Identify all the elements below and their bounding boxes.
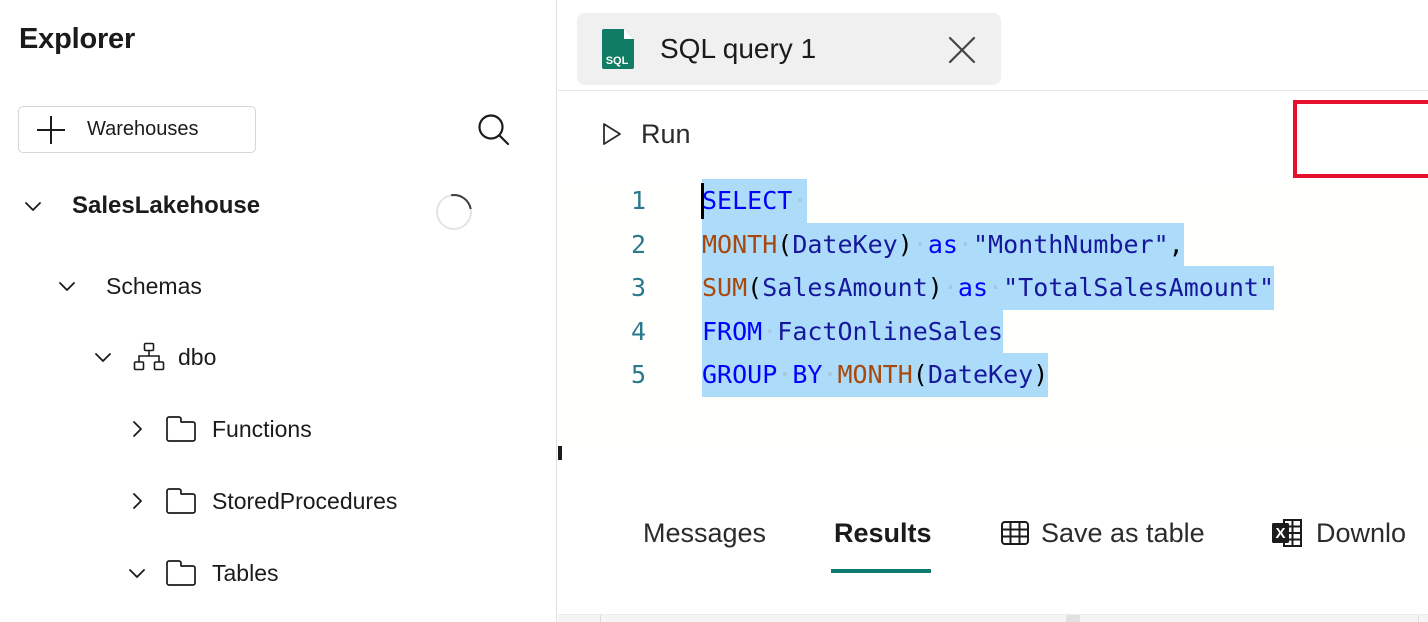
code-text: SELECT·: [702, 179, 808, 223]
chevron-down-icon[interactable]: [126, 562, 148, 584]
code-text: GROUP·BY·MONTH(DateKey): [702, 353, 1049, 397]
table-icon: [999, 517, 1031, 549]
tab-results-label: Results: [834, 517, 932, 548]
sql-code-editor[interactable]: 1 SELECT· 2 MONTH(DateKey)·as·"MonthNumber"…: [558, 179, 1428, 451]
folder-icon: [164, 559, 198, 587]
warehouses-button-label: Warehouses: [87, 118, 199, 140]
results-tab-bar: Messages Results Save as table X Downlo: [558, 452, 1428, 573]
sidebar-item-label: StoredProcedures: [212, 487, 398, 514]
sidebar-item-label: dbo: [178, 343, 217, 370]
sidebar-item-functions[interactable]: Functions: [126, 409, 312, 449]
add-warehouses-button[interactable]: Warehouses: [18, 106, 256, 153]
download-label: Downlo: [1316, 517, 1407, 548]
sidebar-item-label: Functions: [212, 415, 312, 442]
explorer-sidebar: Explorer Warehouses SalesLakehouse Schem…: [0, 0, 557, 622]
tab-messages[interactable]: Messages: [643, 510, 766, 556]
sidebar-item-schemas[interactable]: Schemas: [56, 266, 202, 306]
page-title: Explorer: [19, 23, 136, 55]
query-main-pane: SQL SQL query 1 Run 1 SELECT· 2 MONTH(Da…: [558, 0, 1428, 622]
code-text: MONTH(DateKey)·as·"MonthNumber",: [702, 222, 1184, 266]
svg-text:SQL: SQL: [606, 55, 629, 67]
spinner-icon: [428, 186, 480, 238]
sidebar-item-label: Tables: [212, 559, 279, 586]
plus-icon: [37, 115, 65, 144]
sidebar-item-storedprocedures[interactable]: StoredProcedures: [126, 481, 397, 521]
save-as-table-label: Save as table: [1041, 517, 1205, 548]
sidebar-item-saleslakehouse[interactable]: SalesLakehouse: [22, 186, 260, 226]
tab-sql-query-1[interactable]: SQL SQL query 1: [577, 13, 1001, 85]
run-button-label: Run: [641, 118, 691, 149]
run-button[interactable]: Run: [598, 109, 691, 159]
tab-messages-label: Messages: [643, 517, 767, 548]
play-icon: [598, 121, 624, 147]
sidebar-item-dbo[interactable]: dbo: [92, 337, 216, 377]
code-text: FROM·FactOnlineSales: [702, 309, 1004, 353]
text-cursor: [701, 183, 704, 219]
sidebar-item-label: Schemas: [106, 272, 202, 299]
tab-strip: SQL SQL query 1: [558, 0, 1428, 91]
line-number: 3: [630, 273, 646, 302]
download-button[interactable]: X Downlo: [1270, 510, 1406, 556]
line-number: 1: [630, 186, 646, 215]
results-grid-header: [558, 614, 1428, 622]
tab-title: SQL query 1: [660, 33, 817, 64]
excel-icon: X: [1270, 516, 1304, 550]
sql-file-icon: SQL: [600, 28, 638, 70]
svg-text:X: X: [1275, 525, 1285, 542]
schema-icon: [132, 342, 166, 372]
chevron-down-icon[interactable]: [56, 275, 78, 297]
folder-icon: [164, 415, 198, 443]
tab-results[interactable]: Results: [834, 510, 932, 556]
line-number: 2: [630, 229, 646, 259]
code-text: SUM(SalesAmount)·as·"TotalSalesAmount": [702, 266, 1275, 310]
chevron-down-icon[interactable]: [22, 195, 44, 217]
line-number: 5: [630, 360, 646, 389]
sidebar-item-label: SalesLakehouse: [72, 192, 261, 219]
folder-icon: [164, 487, 198, 515]
line-number: 4: [630, 316, 646, 346]
chevron-right-icon[interactable]: [126, 418, 148, 440]
sidebar-item-tables[interactable]: Tables: [126, 553, 278, 593]
search-icon[interactable]: [472, 108, 516, 152]
sql-query-editor-window: Explorer Warehouses SalesLakehouse Schem…: [0, 0, 1428, 622]
save-as-table-button[interactable]: Save as table: [999, 510, 1205, 556]
close-icon[interactable]: [943, 31, 981, 69]
chevron-down-icon[interactable]: [92, 346, 114, 368]
query-toolbar: Run Save as view: [558, 91, 1428, 276]
active-tab-underline: [831, 569, 931, 573]
chevron-right-icon[interactable]: [126, 490, 148, 512]
